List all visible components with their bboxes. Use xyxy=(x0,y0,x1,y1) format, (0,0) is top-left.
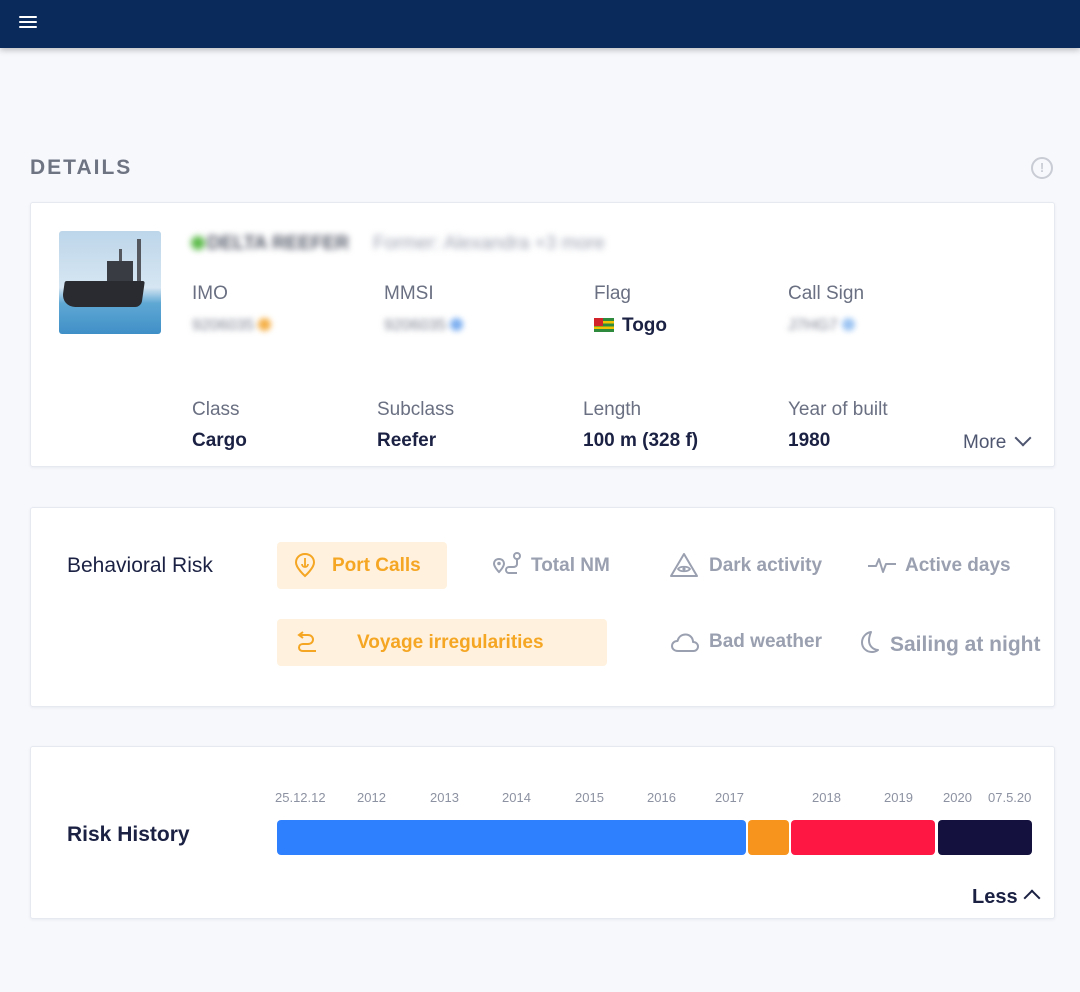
length-label: Length xyxy=(583,399,642,420)
call-sign-label: Call Sign xyxy=(788,283,865,304)
behavioral-risk-title: Behavioral Risk xyxy=(67,554,213,577)
class-label: Class xyxy=(192,399,240,420)
chip-bad-weather[interactable]: Bad weather xyxy=(667,619,847,666)
timeline-tick: 25.12.12 xyxy=(275,790,326,805)
timeline-tick: 2012 xyxy=(357,790,386,805)
pulse-icon xyxy=(868,558,896,573)
flag-value: Togo xyxy=(594,315,667,337)
chip-total-nm[interactable]: Total NM xyxy=(487,542,647,589)
class-value: Cargo xyxy=(192,430,247,451)
length-value: 100 m (328 f) xyxy=(583,430,699,451)
togo-flag-icon xyxy=(594,318,614,332)
timeline-tick: 2016 xyxy=(647,790,676,805)
subclass-value: Reefer xyxy=(377,430,437,451)
chevron-down-icon xyxy=(1014,429,1032,447)
imo-value: 9206035 xyxy=(192,317,272,335)
chip-active-days[interactable]: Active days xyxy=(865,542,1045,589)
less-button[interactable]: Less xyxy=(972,886,1041,909)
year-built-label: Year of built xyxy=(788,399,888,420)
timeline-tick: 2020 xyxy=(943,790,972,805)
dark-activity-icon xyxy=(670,553,698,577)
chevron-up-icon xyxy=(1023,889,1041,907)
timeline-tick: 2014 xyxy=(502,790,531,805)
timeline-tick: 2017 xyxy=(715,790,744,805)
timeline-tick: 07.5.20 xyxy=(988,790,1032,805)
timeline-tick: 2015 xyxy=(575,790,604,805)
subclass-label: Subclass xyxy=(377,399,455,420)
hamburger-menu-icon[interactable] xyxy=(19,16,37,30)
route-icon xyxy=(492,552,521,574)
year-built-value: 1980 xyxy=(788,430,831,451)
risk-segment-high[interactable] xyxy=(791,820,935,855)
risk-history-title: Risk History xyxy=(67,823,190,846)
call-sign-value: J7HG7 xyxy=(788,317,855,335)
moon-icon xyxy=(861,631,879,653)
anchor-pin-icon xyxy=(294,552,316,578)
timeline-tick: 2013 xyxy=(430,790,459,805)
vessel-former-names[interactable]: Former: Alexandra +3 more xyxy=(373,233,605,255)
info-icon[interactable]: ! xyxy=(1031,157,1053,179)
status-dot-icon xyxy=(191,236,205,250)
chip-dark-activity[interactable]: Dark activity xyxy=(667,542,847,589)
mmsi-value: 9206035 xyxy=(384,317,464,335)
risk-segment-low[interactable] xyxy=(277,820,746,855)
risk-history-card: Risk History 25.12.12 2012 2013 2014 201… xyxy=(30,746,1055,919)
top-app-bar xyxy=(0,0,1080,48)
cloud-icon xyxy=(671,633,699,652)
chip-voyage-irregularities[interactable]: Voyage irregularities xyxy=(277,619,607,666)
vessel-name: DELTA REEFER xyxy=(191,233,349,255)
risk-segment-medium[interactable] xyxy=(748,820,789,855)
behavioral-risk-card: Behavioral Risk Port Calls Total NM Dark… xyxy=(30,507,1055,707)
voyage-icon xyxy=(297,631,316,652)
risk-segment-critical[interactable] xyxy=(938,820,1032,855)
more-button[interactable]: More xyxy=(963,429,1032,454)
flag-label: Flag xyxy=(594,283,631,304)
chip-sailing-at-night[interactable]: Sailing at night xyxy=(855,619,1050,666)
vessel-photo xyxy=(59,231,161,334)
imo-label: IMO xyxy=(192,283,228,304)
vessel-details-card: DELTA REEFER Former: Alexandra +3 more I… xyxy=(30,202,1055,467)
chip-port-calls[interactable]: Port Calls xyxy=(277,542,447,589)
timeline-tick: 2018 xyxy=(812,790,841,805)
mmsi-label: MMSI xyxy=(384,283,434,304)
details-heading: DETAILS xyxy=(30,156,133,179)
timeline-tick: 2019 xyxy=(884,790,913,805)
